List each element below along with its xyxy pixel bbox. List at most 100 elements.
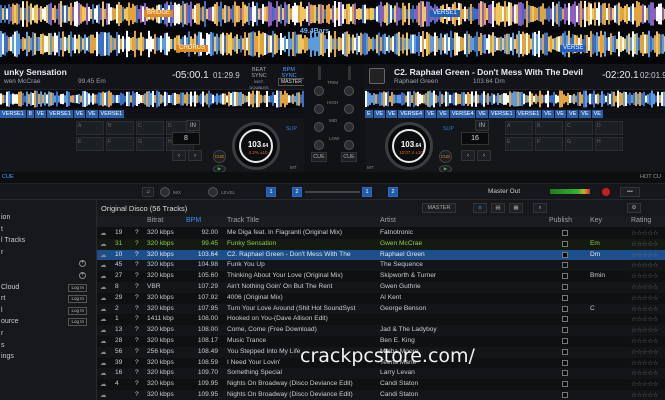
deck1-mid-knob[interactable]	[314, 122, 324, 132]
hotcue-pad-a[interactable]: A	[76, 121, 104, 135]
table-row[interactable]: ☁ 2? 320 kbps 107.95 Turn Your Love Around (…	[97, 303, 665, 315]
deck2-headphone-cue-button[interactable]: CUE	[341, 152, 357, 162]
sidebar-item[interactable]: ings	[0, 351, 97, 363]
publish-checkbox[interactable]	[562, 262, 568, 269]
rating-stars-icon[interactable]: ☆☆☆☆☆	[631, 305, 658, 313]
sidebar-item[interactable]: r	[0, 328, 97, 340]
cue-marker[interactable]: VE	[34, 110, 47, 118]
add-icon[interactable]: +	[79, 272, 86, 279]
deck2-mid-knob[interactable]	[344, 122, 354, 132]
deck1-loop-double-button[interactable]: ›	[188, 150, 202, 161]
cue-marker[interactable]: 8	[26, 110, 34, 118]
publish-checkbox[interactable]	[562, 381, 568, 388]
deck1-loop-halve-button[interactable]: ‹	[172, 150, 186, 161]
publish-checkbox[interactable]	[562, 348, 568, 355]
deck2-jog-wheel[interactable]: 103.64 10:07.4 ±10	[385, 122, 433, 170]
publish-checkbox[interactable]	[562, 240, 568, 247]
deck2-trim-knob[interactable]	[344, 86, 354, 96]
column-key[interactable]: Key	[590, 217, 602, 224]
midi-button[interactable]: ▪▪▪	[620, 187, 640, 197]
search-icon[interactable]: ⌕	[533, 203, 547, 213]
publish-checkbox[interactable]	[562, 294, 568, 301]
table-row[interactable]: ☁? 320 kbps 109.95 Nights On Broadway (Disc…	[97, 390, 665, 400]
rating-stars-icon[interactable]: ☆☆☆☆☆	[631, 337, 658, 345]
cue-marker[interactable]: VE	[373, 110, 386, 118]
cue-marker[interactable]: VE	[542, 110, 554, 118]
rating-stars-icon[interactable]: ☆☆☆☆☆	[631, 369, 658, 377]
deck2-high-knob[interactable]	[344, 104, 354, 114]
rating-stars-icon[interactable]: ☆☆☆☆☆	[631, 272, 658, 280]
deck2-cue-button[interactable]: CUE	[439, 150, 452, 163]
hotcue-pad-h[interactable]: H	[595, 137, 623, 151]
sidebar-item[interactable]: rt Log In	[0, 293, 97, 305]
detail-view-icon[interactable]: ▤	[491, 203, 505, 213]
cue-marker[interactable]: VE	[579, 110, 591, 118]
deck2-crossfader-assign-b[interactable]: 2	[388, 187, 398, 197]
table-row[interactable]: ☁ 8? VBR 107.29 Ain't Nothing Goin' On But T…	[97, 282, 665, 293]
cue-marker[interactable]: VE	[554, 110, 566, 118]
deck2-waveform[interactable]	[365, 90, 665, 108]
hotcue-pad-b[interactable]: B	[535, 121, 563, 135]
publish-checkbox[interactable]	[562, 338, 568, 344]
publish-checkbox[interactable]	[562, 284, 568, 290]
cue-marker[interactable]: VERSE1	[98, 110, 125, 118]
hotcue-pad-e[interactable]: E	[76, 137, 104, 151]
deck2-loop-halve-button[interactable]: ‹	[461, 150, 475, 161]
table-row[interactable]: ☁ 27? 320 kbps 105.60 Thinking About Your Lo…	[97, 271, 665, 282]
hotcue-pad-c[interactable]: C	[136, 121, 164, 135]
deck2-hotcue-pads[interactable]: A B C D E F G H	[505, 121, 623, 151]
rating-stars-icon[interactable]: ☆☆☆☆☆	[631, 229, 658, 237]
rating-stars-icon[interactable]: ☆☆☆☆☆	[631, 283, 658, 291]
view-mode-select[interactable]: MASTER	[422, 203, 456, 213]
sidebar-item[interactable]: +	[0, 270, 97, 282]
deck2-crossfader-assign[interactable]: 1	[362, 187, 372, 197]
sidebar-item[interactable]: l Tracks	[0, 235, 97, 247]
hotcue-pad-b[interactable]: B	[106, 121, 134, 135]
deck1-cue-strip[interactable]: VERSE1 8 VE VERSE1 VE VE VERSE1	[0, 108, 304, 118]
overview-waveform-deck2[interactable]	[0, 30, 665, 58]
deck1-cue-button[interactable]: CUE	[213, 150, 226, 163]
cue-marker[interactable]: VERSE1	[488, 110, 515, 118]
deck2-loop-length[interactable]: 16	[461, 132, 489, 145]
deck1-high-knob[interactable]	[314, 104, 324, 114]
deck1-low-knob[interactable]	[314, 140, 324, 150]
publish-checkbox[interactable]	[562, 392, 568, 398]
sidebar-item[interactable]: Cloud Log In	[0, 282, 97, 294]
deck1-trim-knob[interactable]	[314, 86, 324, 96]
overview-waveform-deck1[interactable]	[0, 0, 665, 28]
cue-marker[interactable]: VE	[73, 110, 86, 118]
settings-icon[interactable]: ⚙	[627, 203, 641, 213]
cue-marker[interactable]: VE	[386, 110, 398, 118]
cue-marker[interactable]: VE	[86, 110, 98, 118]
table-row[interactable]: ☁ 10? 320 kbps 103.64 C2. Raphael Green - Do…	[97, 249, 665, 261]
list-view-icon[interactable]: ≡	[473, 203, 487, 213]
cue-marker[interactable]: VERSE1	[515, 110, 542, 118]
cue-marker[interactable]: VE	[566, 110, 579, 118]
deck2-slip-button[interactable]: SLIP	[443, 126, 454, 132]
record-button[interactable]	[602, 188, 610, 196]
cue-marker[interactable]: VE	[476, 110, 488, 118]
rating-stars-icon[interactable]: ☆☆☆☆☆	[631, 240, 658, 248]
rating-stars-icon[interactable]: ☆☆☆☆☆	[631, 294, 658, 302]
deck1-loop-length[interactable]: 8	[172, 132, 200, 145]
table-row[interactable]: ☁ 45? 320 kbps 104.98 Funk You Up The Sequenc…	[97, 260, 665, 272]
table-row[interactable]: ☁ 13? 320 kbps 108.00 Come, Come (Free Downl…	[97, 325, 665, 336]
hotcue-pad-a[interactable]: A	[505, 121, 533, 135]
deck1-crossfader-assign-b[interactable]: 2	[292, 187, 302, 197]
login-button[interactable]: Log In	[68, 295, 87, 304]
cue-marker[interactable]: VERSE1	[47, 110, 73, 118]
sidebar-item[interactable]: s	[0, 340, 97, 352]
deck2-cue-strip[interactable]: E VE VE VERSE4 VE VE VERSE4 VE VERSE1 VERSE1 VE VE V…	[365, 108, 665, 118]
crossfader[interactable]	[305, 191, 360, 193]
column-artist[interactable]: Artist	[380, 217, 396, 224]
hotcue-pad-d[interactable]: D	[595, 121, 623, 135]
publish-checkbox[interactable]	[562, 305, 568, 312]
table-row[interactable]: ☁ 16? 320 kbps 109.70 Something Special Larry…	[97, 368, 665, 380]
column-rating[interactable]: Rating	[631, 217, 651, 224]
publish-checkbox[interactable]	[562, 327, 568, 334]
deck1-mt-button[interactable]: MT	[290, 165, 297, 170]
grid-view-icon[interactable]: ▦	[509, 203, 523, 213]
hotcue-pad-f[interactable]: F	[106, 137, 134, 151]
sidebar-item[interactable]: ource Log In	[0, 316, 97, 328]
cue-marker[interactable]: VERSE1	[0, 110, 26, 118]
